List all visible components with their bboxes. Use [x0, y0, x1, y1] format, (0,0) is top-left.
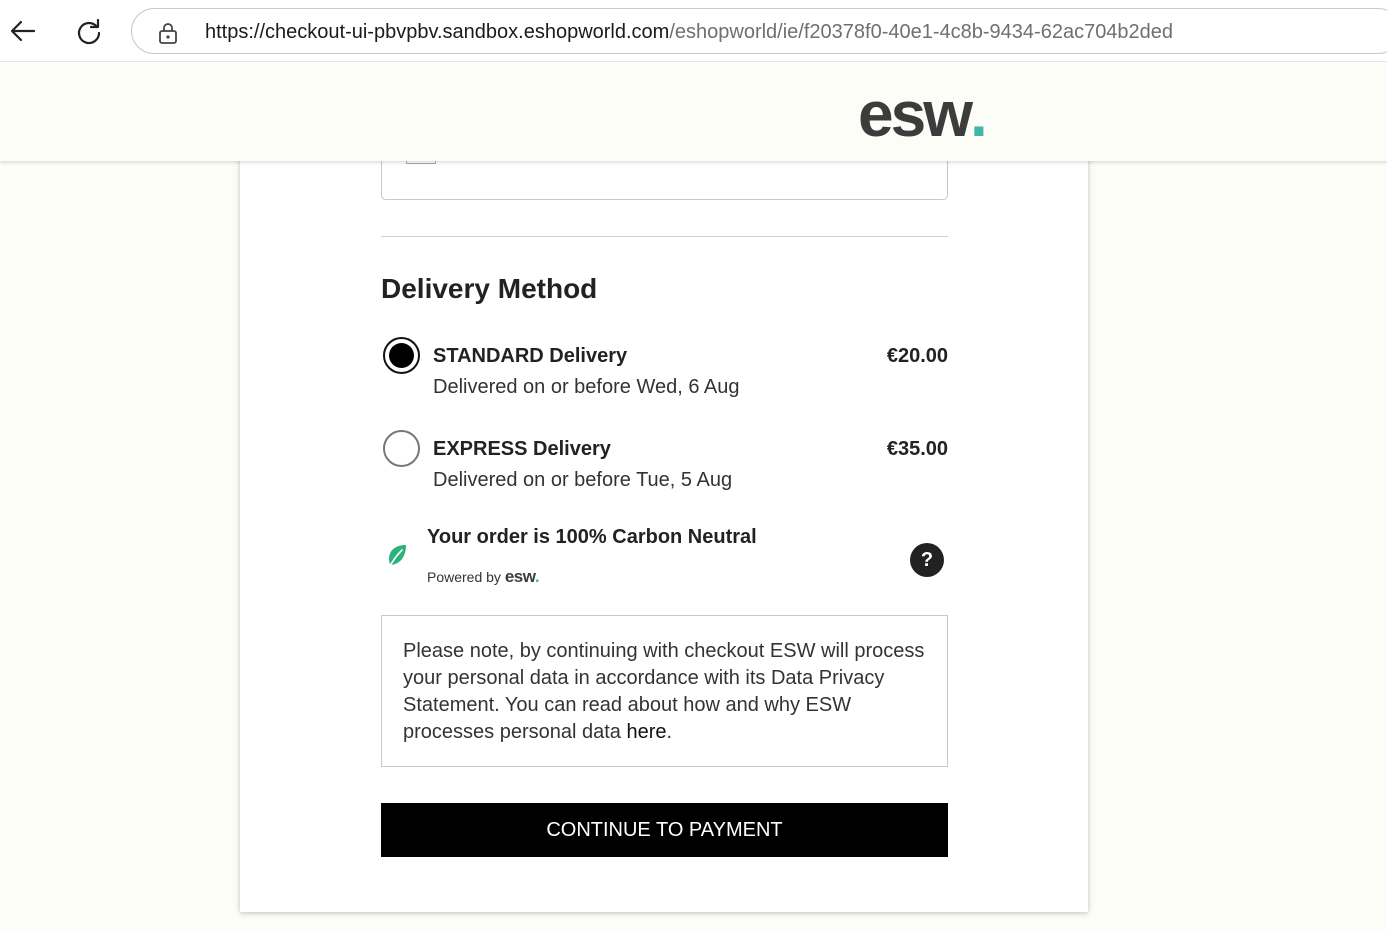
url-path: /eshopworld/ie/f20378f0-40e1-4c8b-9434-6… — [669, 21, 1174, 43]
privacy-here-link[interactable]: here — [626, 721, 666, 743]
express-radio[interactable] — [383, 430, 420, 467]
back-arrow-icon[interactable] — [6, 14, 40, 48]
leaf-icon — [386, 543, 408, 574]
delivery-option-date: Delivered on or before Tue, 5 Aug — [433, 469, 733, 491]
privacy-notice: Please note, by continuing with checkout… — [381, 615, 948, 767]
powered-by-logo: esw. — [504, 567, 540, 586]
site-header: esw. — [0, 62, 1387, 161]
carbon-neutral-banner: Your order is 100% Carbon Neutral Powere… — [381, 525, 948, 595]
address-bar[interactable]: https://checkout-ui-pbvpbv.sandbox.eshop… — [131, 8, 1387, 54]
logo-dot: . — [969, 78, 988, 150]
delivery-option-standard[interactable]: STANDARD Delivery Delivered on or before… — [381, 337, 948, 407]
carbon-neutral-title: Your order is 100% Carbon Neutral — [427, 526, 757, 548]
delivery-option-date: Delivered on or before Wed, 6 Aug — [433, 376, 740, 398]
powered-logo-dot: . — [534, 567, 540, 586]
esw-logo[interactable]: esw. — [858, 82, 988, 146]
section-divider — [381, 236, 948, 237]
help-question-icon[interactable]: ? — [910, 543, 944, 577]
delivery-method-title: Delivery Method — [381, 273, 598, 304]
reload-icon[interactable] — [72, 14, 106, 48]
url-host: https://checkout-ui-pbvpbv.sandbox.eshop… — [205, 21, 670, 43]
delivery-option-name: STANDARD Delivery — [433, 345, 628, 367]
logo-text: esw — [858, 78, 973, 150]
delivery-option-name: EXPRESS Delivery — [433, 438, 611, 460]
delivery-option-price: €35.00 — [886, 438, 948, 460]
delivery-option-express[interactable]: EXPRESS Delivery Delivered on or before … — [381, 430, 948, 500]
url-text: https://checkout-ui-pbvpbv.sandbox.eshop… — [205, 21, 1173, 44]
powered-logo-text: esw — [504, 567, 536, 586]
privacy-notice-suffix: . — [666, 721, 673, 743]
checkout-card: Delivery Method STANDARD Delivery Delive… — [240, 120, 1088, 912]
standard-radio[interactable] — [383, 337, 420, 374]
lock-icon[interactable] — [158, 22, 178, 49]
continue-to-payment-button[interactable]: CONTINUE TO PAYMENT — [381, 803, 948, 857]
powered-by-label: Powered by — [427, 569, 501, 585]
delivery-option-price: €20.00 — [886, 345, 948, 367]
powered-by-text: Powered by esw. — [427, 567, 540, 587]
browser-toolbar: https://checkout-ui-pbvpbv.sandbox.eshop… — [0, 0, 1387, 62]
